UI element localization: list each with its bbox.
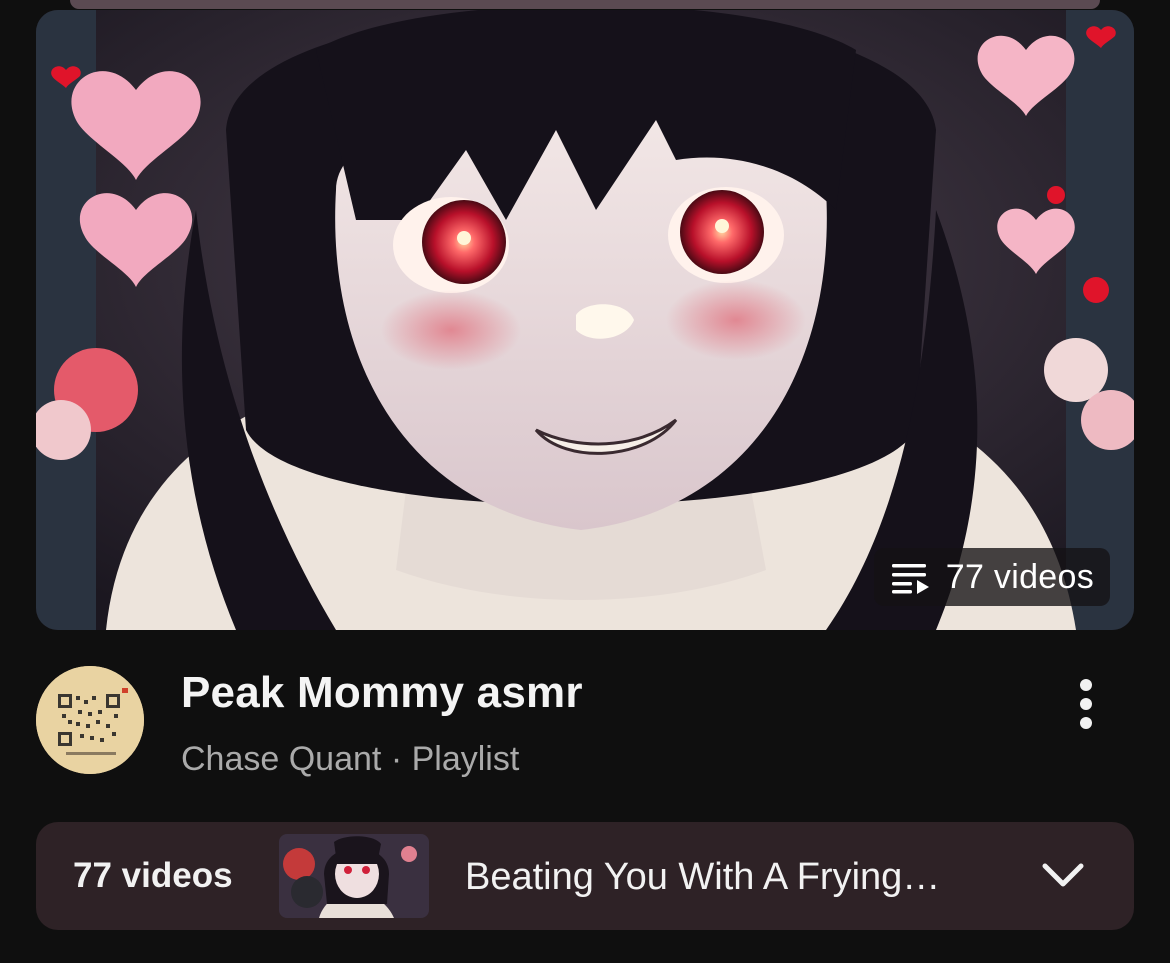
playlist-stack-edge xyxy=(70,0,1100,9)
thumbnail-illustration xyxy=(36,10,1134,630)
playlist-queue-bar[interactable]: 77 videos Beating You With A Frying… xyxy=(36,822,1134,930)
playlist-subtitle: Chase Quant · Playlist xyxy=(181,740,519,779)
current-video-title: Beating You With A Frying… xyxy=(465,856,941,898)
playlist-type: Playlist xyxy=(411,740,520,778)
current-video-thumbnail xyxy=(279,834,429,918)
playlist-thumbnail[interactable]: 77 videos xyxy=(36,10,1134,630)
more-options-button[interactable] xyxy=(1060,674,1112,734)
video-count-label: 77 videos xyxy=(945,557,1094,596)
channel-avatar[interactable] xyxy=(36,666,144,774)
channel-name[interactable]: Chase Quant xyxy=(181,740,381,778)
subtitle-separator: · xyxy=(390,740,403,778)
playlist-icon xyxy=(890,560,932,594)
video-count-badge: 77 videos xyxy=(873,548,1110,606)
more-vertical-icon xyxy=(1080,679,1092,729)
queue-video-count: 77 videos xyxy=(73,856,233,895)
playlist-info: Peak Mommy asmr Chase Quant · Playlist xyxy=(0,650,1170,800)
playlist-title[interactable]: Peak Mommy asmr xyxy=(181,668,583,718)
chevron-down-icon xyxy=(1039,863,1087,898)
expand-queue-button[interactable] xyxy=(1039,858,1087,894)
